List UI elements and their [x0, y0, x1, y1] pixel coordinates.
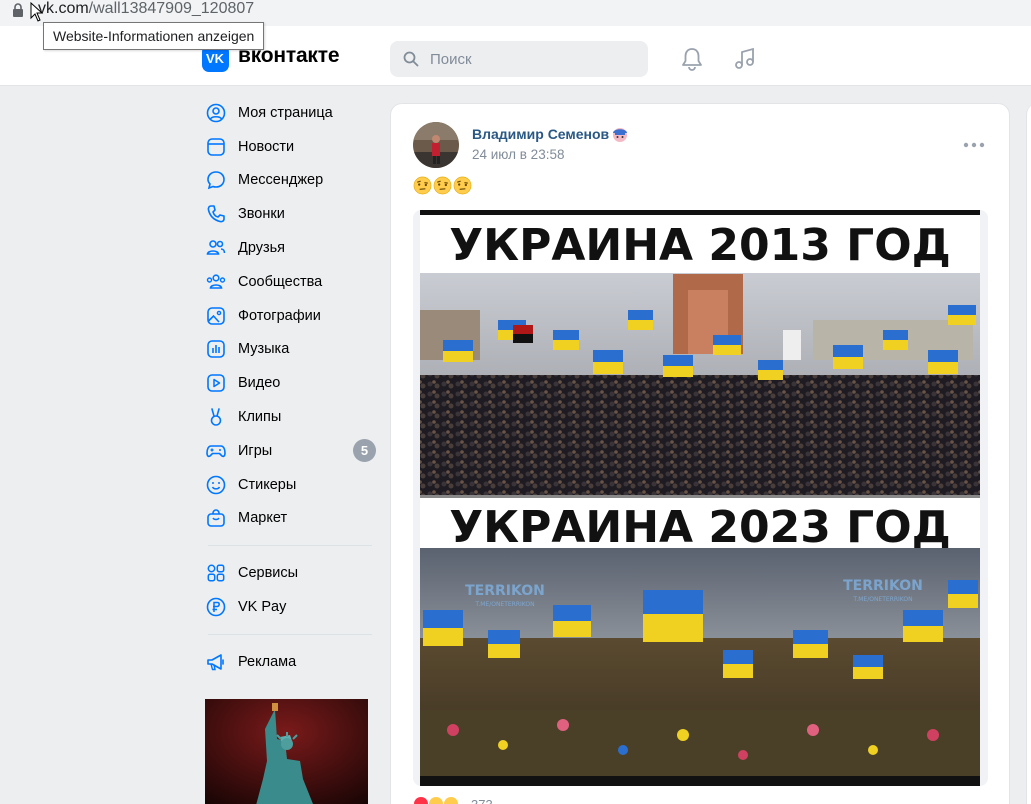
- post-date[interactable]: 24 июл в 23:58: [472, 147, 564, 162]
- nav-label: Фотографии: [238, 307, 321, 324]
- watermark-right-sub: T.ME/ONETERRIKON: [852, 596, 912, 603]
- meme-image: УКРАИНА 2013 ГОД УКРАИНА 2023 ГОД TERRIK…: [420, 210, 980, 786]
- nav-label: Клипы: [238, 409, 282, 426]
- megaphone-icon: [207, 654, 224, 671]
- nav-item-games[interactable]: Игры 5: [200, 434, 380, 468]
- nav-label: Сообщества: [238, 273, 323, 290]
- clips-icon: [210, 408, 222, 426]
- statue-of-liberty-image: [205, 699, 368, 804]
- nav-label: Мессенджер: [238, 172, 324, 189]
- nav-label: Моя страница: [238, 104, 333, 121]
- vkpay-icon: [206, 597, 226, 617]
- nav-label: Звонки: [238, 206, 285, 223]
- author-status-emoji-icon: [613, 128, 627, 142]
- nav-label: Стикеры: [238, 476, 297, 493]
- post-text: [413, 176, 472, 195]
- nav-item-video[interactable]: Видео: [200, 366, 380, 400]
- nav-item-stickers[interactable]: Стикеры: [200, 468, 380, 502]
- message-icon: [207, 171, 225, 190]
- lock-icon[interactable]: [12, 3, 24, 17]
- search-icon: [403, 51, 419, 67]
- nav-label: Игры: [238, 442, 273, 459]
- watermark-right: TERRIKON: [843, 578, 923, 594]
- url-path: /wall13847909_120807: [88, 0, 255, 17]
- watermark-left-sub: T.ME/ONETERRIKON: [474, 601, 534, 608]
- reaction-count: 373: [471, 796, 493, 804]
- gamepad-icon: [206, 445, 226, 458]
- search-box[interactable]: [390, 41, 648, 77]
- nav-item-ads[interactable]: Реклама: [200, 645, 380, 679]
- post-reactions[interactable]: 373: [413, 796, 493, 804]
- games-count-badge: 5: [353, 439, 376, 463]
- flowers-2023: [420, 710, 980, 776]
- nav-item-vkpay[interactable]: VK Pay: [200, 590, 380, 624]
- raised-eyebrow-emoji-icon: [413, 176, 432, 195]
- music-player-icon[interactable]: [733, 47, 757, 71]
- nav-label: Маркет: [238, 510, 288, 527]
- nav-label: VK Pay: [238, 599, 287, 616]
- right-column-edge: [1026, 103, 1031, 804]
- reaction-icons: [414, 797, 458, 804]
- nav-label: Музыка: [238, 341, 290, 358]
- author-avatar[interactable]: [413, 122, 459, 168]
- nav-label: Новости: [238, 138, 295, 155]
- sidebar-ad-image[interactable]: [205, 699, 368, 804]
- services-icon: [207, 564, 225, 582]
- search-input[interactable]: [430, 41, 640, 77]
- nav-item-friends[interactable]: Друзья: [200, 231, 380, 265]
- nav-label: Друзья: [238, 240, 286, 257]
- nav-label: Сервисы: [238, 565, 299, 582]
- nav-label: Реклама: [238, 653, 297, 670]
- nav-item-news[interactable]: Новости: [200, 130, 380, 164]
- news-icon: [207, 137, 225, 156]
- raised-eyebrow-emoji-icon: [433, 176, 452, 195]
- url-text[interactable]: vk.com/wall13847909_120807: [38, 0, 254, 18]
- bag-icon: [207, 509, 225, 528]
- post-photo[interactable]: УКРАИНА 2013 ГОД УКРАИНА 2023 ГОД TERRIK…: [413, 210, 988, 786]
- nav-divider: [208, 545, 372, 547]
- nav-item-communities[interactable]: Сообщества: [200, 265, 380, 299]
- url-domain: vk.com: [38, 0, 89, 17]
- nav-label: Видео: [238, 375, 281, 392]
- nav-item-messenger[interactable]: Мессенджер: [200, 164, 380, 198]
- nav-divider: [208, 633, 372, 635]
- music-icon: [207, 340, 225, 359]
- notifications-bell-icon[interactable]: [681, 47, 703, 71]
- post-author-name[interactable]: Владимир Семенов: [472, 126, 609, 142]
- nav-item-market[interactable]: Маркет: [200, 502, 380, 536]
- video-icon: [207, 374, 225, 393]
- top-caption: УКРАИНА 2013 ГОД: [449, 220, 951, 271]
- more-options-icon[interactable]: [963, 142, 985, 148]
- communities-icon: [206, 274, 226, 289]
- nav-item-services[interactable]: Сервисы: [200, 556, 380, 590]
- nav-item-photos[interactable]: Фотографии: [200, 299, 380, 333]
- left-sidebar-nav: Моя страница Новости Мессенджер Звонки Д…: [200, 96, 380, 679]
- wall-post-card: Владимир Семенов 24 июл в 23:58 УКРАИНА …: [390, 103, 1010, 804]
- mouse-cursor-icon: [30, 2, 44, 22]
- bottom-caption: УКРАИНА 2023 ГОД: [449, 502, 951, 553]
- nav-item-calls[interactable]: Звонки: [200, 197, 380, 231]
- raised-eyebrow-emoji-icon: [453, 176, 472, 195]
- nav-item-clips[interactable]: Клипы: [200, 400, 380, 434]
- phone-icon: [207, 205, 225, 223]
- watermark-left: TERRIKON: [465, 583, 545, 599]
- nav-item-music[interactable]: Музыка: [200, 333, 380, 367]
- friends-icon: [206, 240, 226, 255]
- user-circle-icon: [206, 103, 226, 123]
- site-info-tooltip: Website-Informationen anzeigen: [43, 22, 265, 50]
- nav-item-my-page[interactable]: Моя страница: [200, 96, 380, 130]
- photo-icon: [207, 306, 225, 325]
- smile-icon: [206, 475, 226, 494]
- vk-logo-text: VK: [206, 51, 225, 66]
- avatar-photo: [413, 122, 459, 168]
